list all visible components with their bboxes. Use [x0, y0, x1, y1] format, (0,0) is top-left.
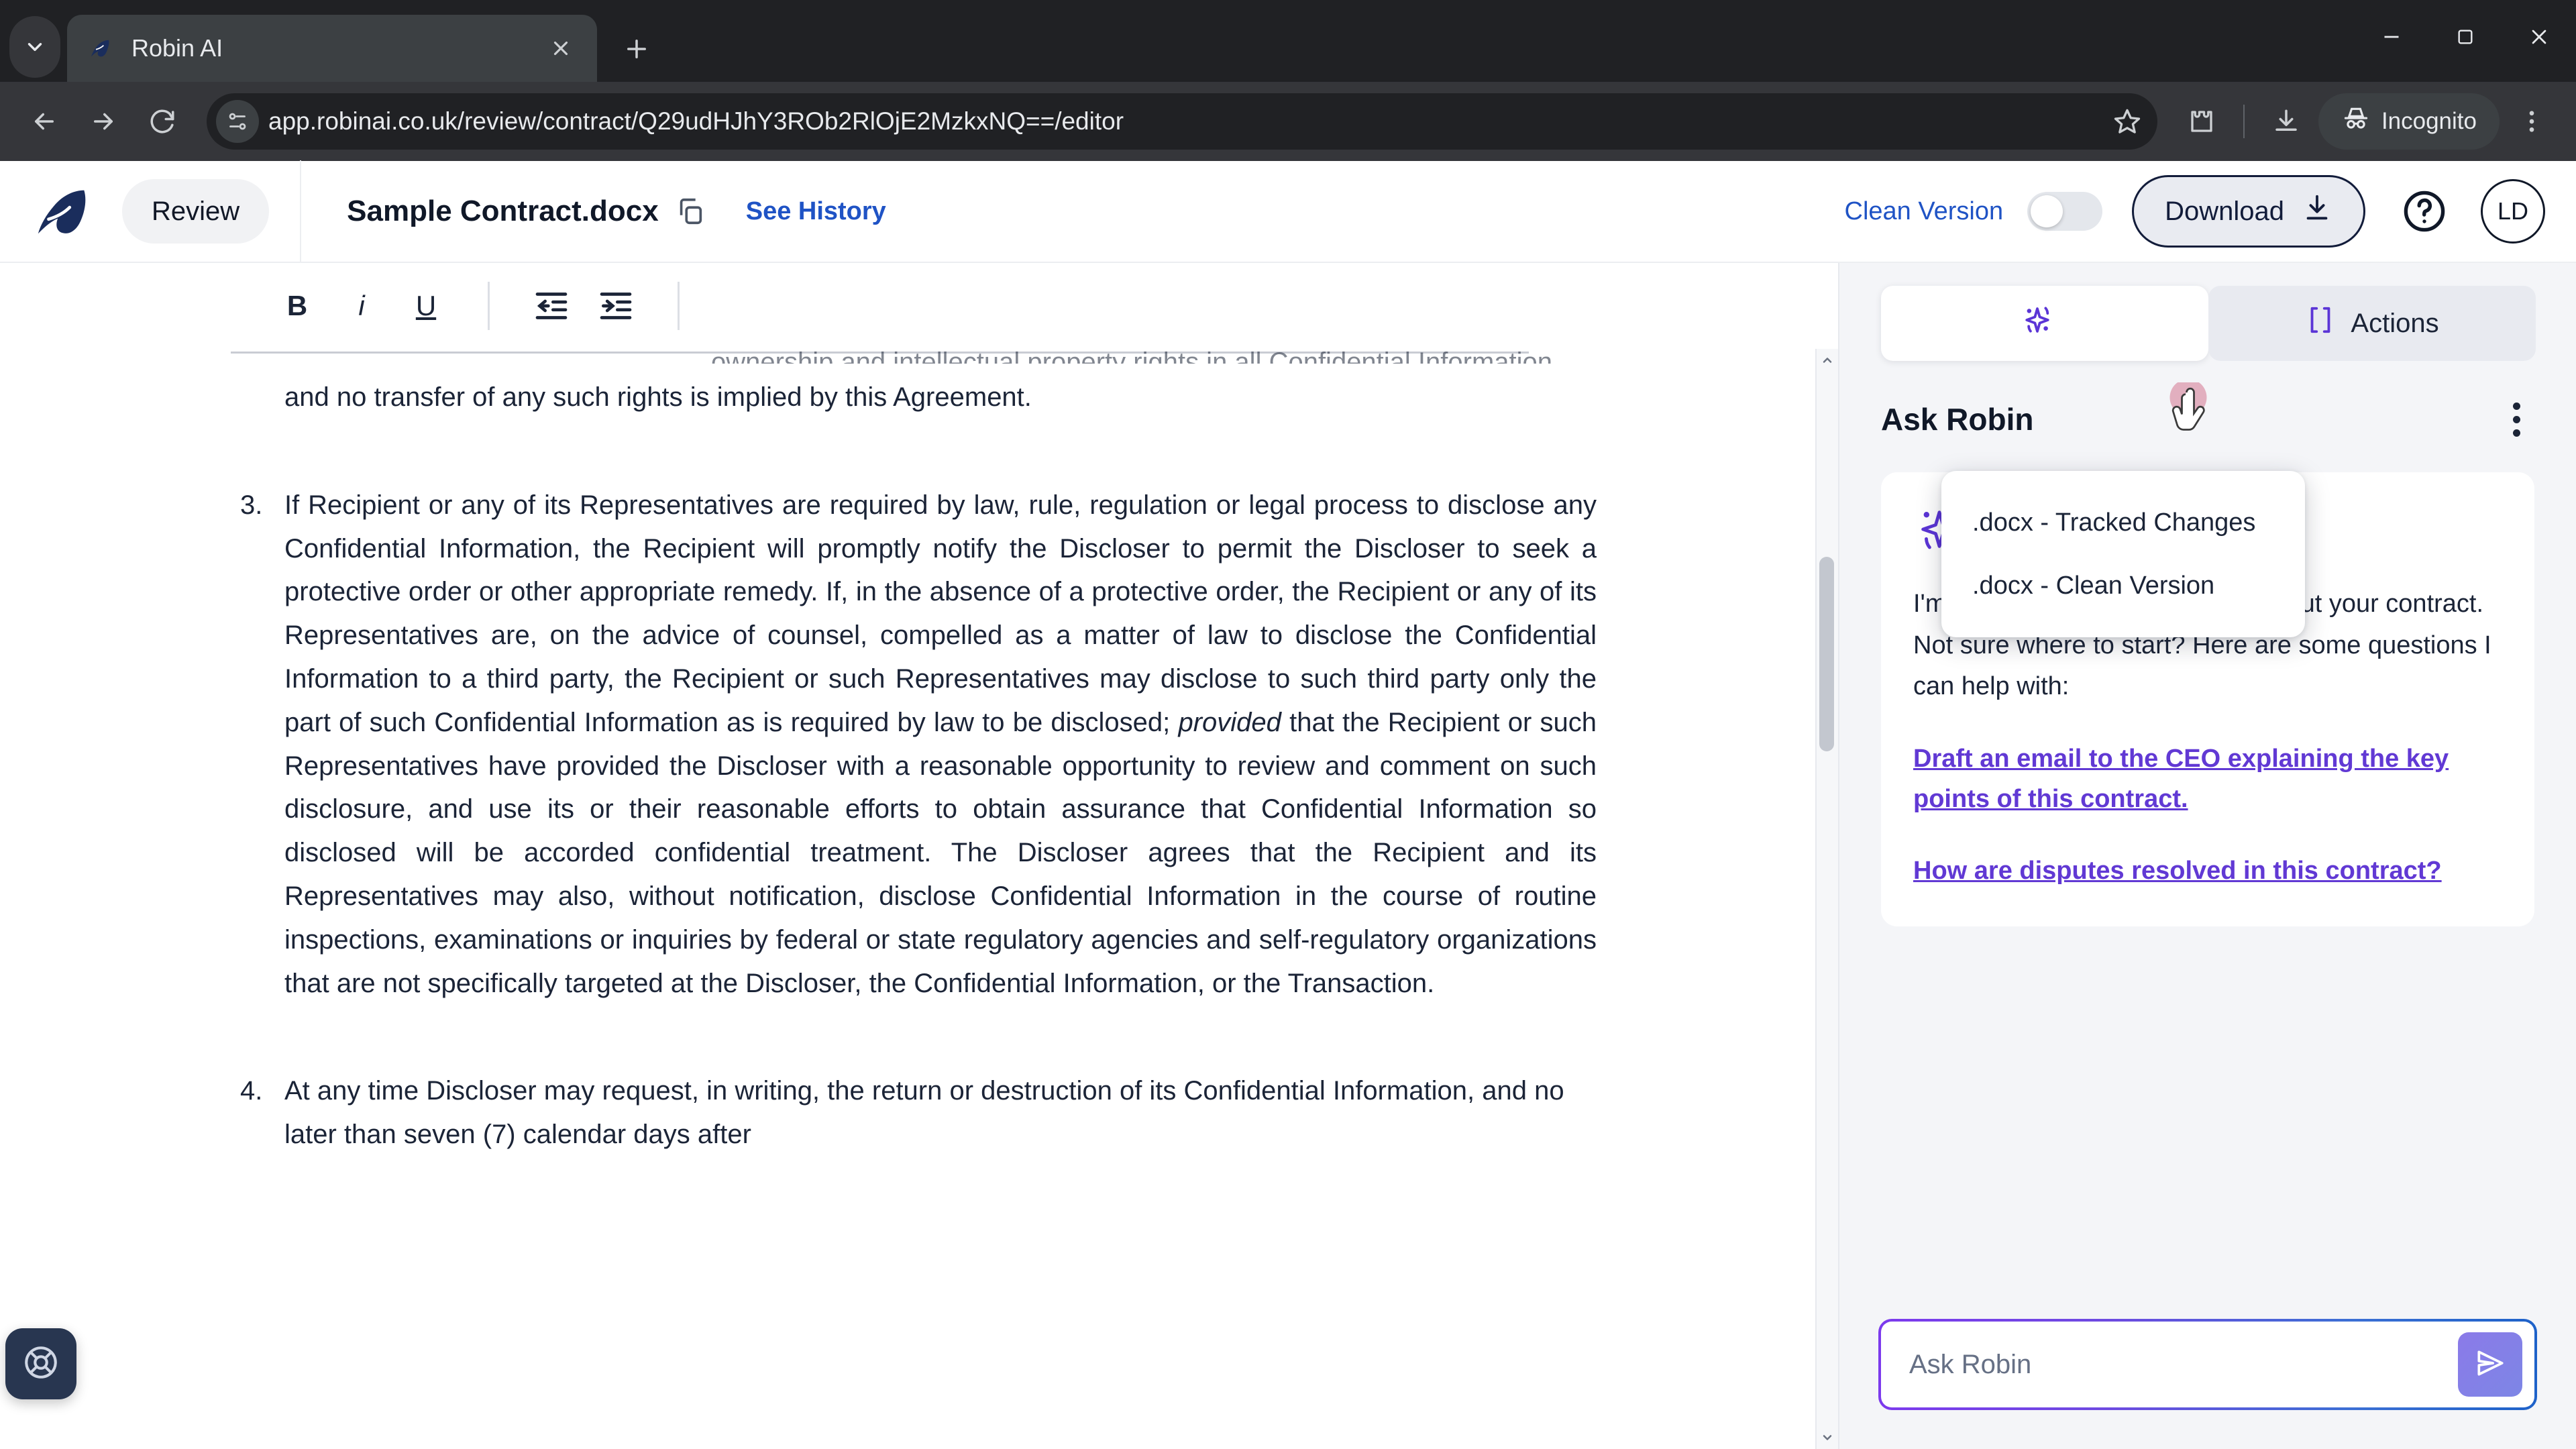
browser-tab-robin-ai[interactable]: Robin AI — [67, 15, 597, 82]
tab-close-icon[interactable] — [543, 31, 578, 66]
assistant-panel-title: Ask Robin — [1881, 402, 2034, 437]
help-circle-icon[interactable] — [2392, 179, 2457, 244]
paragraph-text-part-2: that the Recipient or such Representativ… — [284, 707, 1597, 998]
download-icon — [2302, 193, 2332, 230]
copy-icon[interactable] — [672, 193, 708, 229]
incognito-hat-icon — [2341, 104, 2371, 140]
download-option-tracked-changes[interactable]: .docx - Tracked Changes — [1941, 491, 2305, 554]
review-label: Review — [152, 196, 240, 226]
send-button[interactable] — [2458, 1332, 2522, 1397]
paragraph-italic-word: provided — [1178, 707, 1281, 737]
indent-icon[interactable] — [584, 278, 648, 334]
outdent-icon[interactable] — [519, 278, 584, 334]
download-label: Download — [2165, 196, 2284, 226]
browser-tab-title: Robin AI — [131, 34, 223, 62]
review-tab-button[interactable]: Review — [122, 179, 270, 244]
download-dropdown-menu: .docx - Tracked Changes .docx - Clean Ve… — [1941, 471, 2305, 637]
toolbar-divider — [678, 282, 680, 330]
arrow-forward-icon[interactable] — [76, 95, 130, 148]
document-paragraph-4[interactable]: 4. At any time Discloser may request, in… — [228, 1069, 1597, 1157]
avatar[interactable]: LD — [2481, 179, 2545, 244]
incognito-indicator[interactable]: Incognito — [2318, 93, 2500, 150]
ask-robin-input[interactable] — [1909, 1349, 2458, 1380]
robin-ai-app: Review Sample Contract.docx See History … — [0, 160, 2576, 1449]
document-continuation-line: and no transfer of any such rights is im… — [228, 376, 1597, 419]
omnibox-url-text: app.robinai.co.uk/review/contract/Q29udH… — [268, 107, 1124, 135]
app-body: B i U ownership and intellectual propert… — [0, 263, 2576, 1449]
toolbar-divider — [488, 282, 490, 330]
toolbar-divider — [2243, 105, 2245, 138]
robin-bird-favicon — [86, 34, 115, 63]
minimize-icon[interactable] — [2355, 7, 2428, 67]
support-button[interactable] — [5, 1328, 76, 1399]
page-title: Sample Contract.docx — [347, 195, 659, 227]
sparkle-ai-icon — [2019, 302, 2055, 345]
italic-button[interactable]: i — [329, 278, 394, 334]
robin-bird-logo[interactable] — [31, 179, 95, 244]
window-close-icon[interactable] — [2502, 7, 2576, 67]
clipped-text-line: ownership and intellectual property righ… — [711, 349, 1553, 364]
window-controls — [2355, 7, 2576, 67]
underline-button[interactable]: U — [394, 278, 458, 334]
app-header: Review Sample Contract.docx See History … — [0, 160, 2576, 263]
paragraph-text-part-1: If Recipient or any of its Representativ… — [284, 490, 1597, 737]
scrollbar-thumb[interactable] — [1819, 557, 1834, 751]
send-paper-plane-icon — [2473, 1346, 2507, 1383]
tab-search-chevron-icon[interactable] — [9, 16, 60, 78]
brackets-icon — [2305, 305, 2336, 342]
assistant-panel: Actions Ask Robin I'm your contract. Not… — [1838, 263, 2576, 1449]
document-scrollbar[interactable] — [1815, 349, 1838, 1449]
clean-version-label: Clean Version — [1844, 197, 2004, 225]
bold-button[interactable]: B — [265, 278, 329, 334]
extensions-puzzle-icon[interactable] — [2175, 95, 2229, 148]
browser-tab-strip: Robin AI — [0, 0, 2576, 82]
download-button[interactable]: Download — [2132, 175, 2365, 248]
reload-icon[interactable] — [136, 95, 189, 148]
arrow-back-icon[interactable] — [17, 95, 71, 148]
new-tab-button[interactable] — [613, 25, 660, 72]
omnibox[interactable]: app.robinai.co.uk/review/contract/Q29udH… — [207, 93, 2157, 150]
browser-toolbar: app.robinai.co.uk/review/contract/Q29udH… — [0, 82, 2576, 161]
suggestion-link-1[interactable]: Draft an email to the CEO explaining the… — [1913, 739, 2502, 820]
document-format-toolbar: B i U — [0, 263, 1838, 349]
tab-ask-robin[interactable] — [1881, 286, 2208, 361]
paragraph-number: 3. — [240, 490, 263, 520]
ask-robin-composer — [1878, 1319, 2537, 1410]
scroll-up-arrow-icon[interactable] — [1816, 349, 1838, 372]
document-page: ownership and intellectual property righ… — [228, 349, 1597, 1157]
assistant-panel-header: Ask Robin — [1839, 361, 2576, 443]
see-history-link[interactable]: See History — [746, 197, 886, 226]
composer-inner — [1881, 1322, 2534, 1407]
clean-version-toggle[interactable] — [2027, 192, 2103, 231]
maximize-icon[interactable] — [2428, 7, 2502, 67]
paragraph-text: At any time Discloser may request, in wr… — [284, 1076, 1564, 1150]
three-dot-menu-icon[interactable] — [2505, 95, 2559, 148]
browser-window: Robin AI app.robinai.co.uk/review/contra… — [0, 0, 2576, 1449]
paragraph-text: If Recipient or any of its Representativ… — [284, 484, 1597, 1006]
assistant-message-line-2: Not sure where to start? Here are some q… — [1913, 631, 2491, 701]
three-dot-menu-icon[interactable] — [2498, 396, 2534, 443]
incognito-label: Incognito — [2381, 108, 2477, 134]
document-paragraph-3[interactable]: 3. If Recipient or any of its Representa… — [228, 484, 1597, 1006]
tab-actions-label: Actions — [2351, 308, 2439, 338]
site-settings-icon[interactable] — [216, 100, 259, 143]
scroll-down-arrow-icon[interactable] — [1816, 1426, 1838, 1449]
composer-wrapper — [1839, 1291, 2576, 1449]
header-divider — [300, 160, 302, 262]
downloads-icon[interactable] — [2259, 95, 2313, 148]
paragraph-number: 4. — [240, 1076, 263, 1106]
star-icon[interactable] — [2104, 98, 2151, 145]
assistant-panel-tabs: Actions — [1839, 263, 2576, 361]
paragraph-number-spacer — [228, 376, 284, 419]
document-scroll-area[interactable]: ownership and intellectual property righ… — [0, 349, 1838, 1449]
life-ring-support-icon — [21, 1343, 60, 1385]
suggestion-link-2[interactable]: How are disputes resolved in this contra… — [1913, 851, 2502, 892]
tab-actions[interactable]: Actions — [2208, 286, 2536, 361]
document-pane: B i U ownership and intellectual propert… — [0, 263, 1838, 1449]
download-option-clean-version[interactable]: .docx - Clean Version — [1941, 554, 2305, 617]
